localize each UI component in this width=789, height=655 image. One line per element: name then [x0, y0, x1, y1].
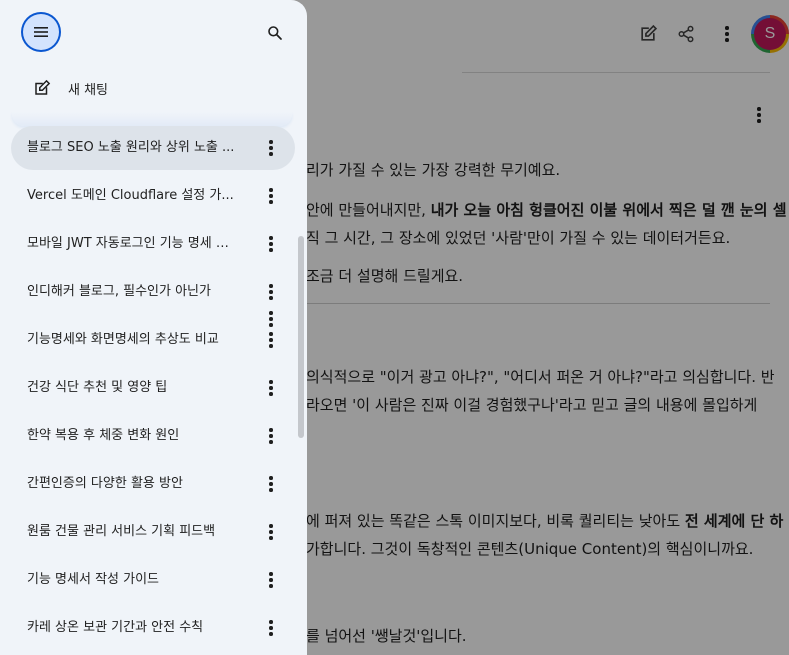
chat-more-button[interactable]	[261, 138, 281, 158]
chat-more-button[interactable]	[261, 426, 281, 446]
more-vert-icon	[269, 311, 273, 327]
chat-title: 카레 상온 보관 기간과 안전 수칙	[27, 620, 204, 635]
more-vert-icon	[269, 380, 273, 396]
more-vert-icon	[269, 428, 273, 444]
more-vert-icon	[269, 284, 273, 300]
search-button[interactable]	[262, 20, 288, 46]
chat-title: 기능명세와 화면명세의 추상도 비교	[27, 332, 219, 347]
more-vert-icon	[269, 476, 273, 492]
chat-title: 인디해커 블로그, 필수인가 아닌가	[27, 284, 211, 299]
chat-more-button[interactable]	[261, 618, 281, 638]
chat-list-item[interactable]: 모바일 JWT 자동로그인 기능 명세 작...	[11, 222, 295, 266]
edit-icon	[30, 76, 54, 100]
chat-list-item[interactable]: 건강 식단 추천 및 영양 팁	[11, 366, 295, 410]
chat-title: 원룸 건물 관리 서비스 기획 피드백	[27, 524, 216, 539]
chat-list-item[interactable]: 기능 명세서 작성 가이드	[11, 558, 295, 602]
more-vert-icon	[269, 332, 273, 348]
chat-list-item[interactable]: 원룸 건물 관리 서비스 기획 피드백	[11, 510, 295, 554]
new-chat-button[interactable]: 새 채팅	[20, 70, 270, 106]
chat-more-button[interactable]	[261, 330, 281, 350]
chat-more-button[interactable]	[261, 186, 281, 206]
search-icon	[268, 26, 282, 40]
chat-title: 기능 명세서 작성 가이드	[27, 572, 159, 587]
divider	[12, 112, 292, 126]
more-vert-icon	[269, 236, 273, 252]
chat-list-item[interactable]: 기능명세와 화면명세의 추상도 비교	[11, 318, 295, 362]
chat-title: 한약 복용 후 체중 변화 원인	[27, 428, 180, 443]
new-chat-label: 새 채팅	[68, 82, 109, 98]
chat-list-item[interactable]: 블로그 SEO 노출 원리와 상위 노출 ...	[11, 126, 295, 170]
more-vert-icon	[269, 188, 273, 204]
chat-list-item[interactable]: 간편인증의 다양한 활용 방안	[11, 462, 295, 506]
chat-more-button[interactable]	[261, 234, 281, 254]
chat-title: Vercel 도메인 Cloudflare 설정 가...	[27, 188, 234, 203]
chat-more-button[interactable]	[261, 282, 281, 302]
navigation-drawer: 새 채팅 블로그 SEO 노출 원리와 상위 노출 ... Vercel 도메인 …	[0, 0, 307, 655]
scrollbar[interactable]	[298, 236, 304, 438]
chat-title: 블로그 SEO 노출 원리와 상위 노출 ...	[27, 140, 235, 155]
chat-more-button[interactable]	[261, 309, 281, 329]
menu-icon	[34, 27, 48, 37]
chat-title: 모바일 JWT 자동로그인 기능 명세 작...	[27, 236, 239, 251]
menu-button[interactable]	[21, 12, 61, 52]
chat-list-item[interactable]: 인디해커 블로그, 필수인가 아닌가	[11, 270, 295, 314]
chat-list-item[interactable]: Vercel 도메인 Cloudflare 설정 가...	[11, 174, 295, 218]
chat-list-item[interactable]: 한약 복용 후 체중 변화 원인	[11, 414, 295, 458]
chat-list-item[interactable]: 카레 상온 보관 기간과 안전 수칙	[11, 606, 295, 650]
more-vert-icon	[269, 572, 273, 588]
chat-more-button[interactable]	[261, 474, 281, 494]
chat-more-button[interactable]	[261, 522, 281, 542]
more-vert-icon	[269, 140, 273, 156]
more-vert-icon	[269, 620, 273, 636]
chat-title: 건강 식단 추천 및 영양 팁	[27, 380, 168, 395]
more-vert-icon	[269, 524, 273, 540]
chat-title: 간편인증의 다양한 활용 방안	[27, 476, 183, 491]
chat-more-button[interactable]	[261, 378, 281, 398]
chat-more-button[interactable]	[261, 570, 281, 590]
